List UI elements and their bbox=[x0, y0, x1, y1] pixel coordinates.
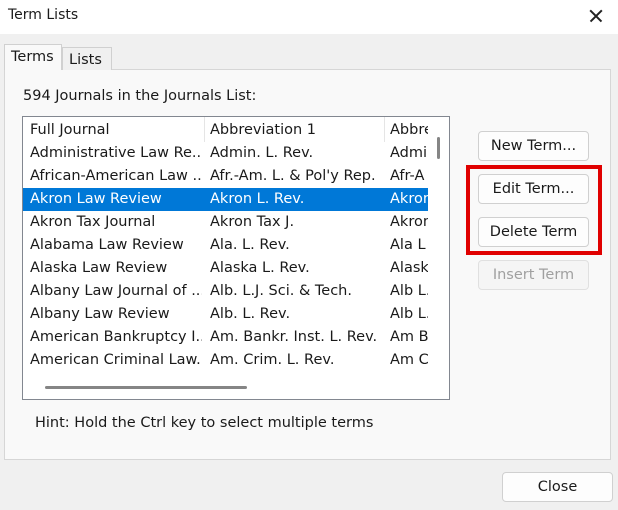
terms-rows: Full Journal Abbreviation 1 Abbre Admini… bbox=[23, 117, 428, 377]
table-row[interactable]: Alabama Law Review Ala. L. Rev. Ala L bbox=[23, 234, 428, 257]
cell-abbreviation-1: Alb. L. Rev. bbox=[210, 306, 291, 322]
cell-abbreviation-2: Ala L bbox=[390, 237, 426, 253]
vertical-scrollbar[interactable] bbox=[428, 117, 449, 377]
cell-full-journal: Alabama Law Review bbox=[30, 237, 184, 253]
cell-abbreviation-1: Admin. L. Rev. bbox=[210, 145, 314, 161]
cell-abbreviation-2: Alb L. bbox=[390, 283, 428, 299]
insert-term-button: Insert Term bbox=[478, 260, 589, 290]
cell-abbreviation-1: Am. Bankr. Inst. L. Rev. bbox=[210, 329, 378, 345]
cell-full-journal: African-American Law ... bbox=[30, 168, 202, 184]
close-button[interactable]: Close bbox=[502, 472, 613, 502]
cell-abbreviation-1: Ala. L. Rev. bbox=[210, 237, 290, 253]
table-row[interactable]: Administrative Law Re... Admin. L. Rev. Ad… bbox=[23, 142, 428, 165]
cell-abbreviation-2: Alask bbox=[390, 260, 428, 276]
highlight-annotation-box bbox=[466, 165, 602, 255]
column-divider[interactable] bbox=[204, 117, 205, 142]
cell-abbreviation-2: Akron bbox=[390, 214, 428, 230]
cell-abbreviation-1: Alaska L. Rev. bbox=[210, 260, 310, 276]
horizontal-scroll-thumb[interactable] bbox=[45, 386, 247, 389]
new-term-button[interactable]: New Term... bbox=[478, 131, 589, 161]
cell-full-journal: Alaska Law Review bbox=[30, 260, 168, 276]
table-body: Administrative Law Re... Admin. L. Rev. Ad… bbox=[23, 142, 428, 372]
cell-full-journal: Akron Law Review bbox=[30, 191, 162, 207]
tab-lists[interactable]: Lists bbox=[62, 47, 112, 70]
column-header-abbreviation-1[interactable]: Abbreviation 1 bbox=[210, 117, 385, 143]
title-bar: Term Lists bbox=[0, 0, 618, 34]
journals-count-label: 594 Journals in the Journals List: bbox=[23, 88, 257, 104]
column-header-abbreviation-2[interactable]: Abbre bbox=[390, 117, 428, 143]
table-row[interactable]: Albany Law Review Alb. L. Rev. Alb L. bbox=[23, 303, 428, 326]
cell-abbreviation-1: Afr.-Am. L. & Pol'y Rep. bbox=[210, 168, 376, 184]
column-header-full-journal[interactable]: Full Journal bbox=[30, 117, 202, 143]
cell-abbreviation-2: Admi bbox=[390, 145, 428, 161]
table-row[interactable]: Akron Tax Journal Akron Tax J. Akron bbox=[23, 211, 428, 234]
cell-full-journal: Albany Law Review bbox=[30, 306, 170, 322]
cell-full-journal: American Bankruptcy I... bbox=[30, 329, 202, 345]
column-header-row: Full Journal Abbreviation 1 Abbre bbox=[23, 117, 428, 142]
tab-terms[interactable]: Terms bbox=[4, 44, 62, 70]
table-row[interactable]: Albany Law Journal of ... Alb. L.J. Sci. … bbox=[23, 280, 428, 303]
cell-abbreviation-2: Am B bbox=[390, 329, 428, 345]
hint-text: Hint: Hold the Ctrl key to select multip… bbox=[35, 415, 374, 431]
table-row[interactable]: African-American Law ... Afr.-Am. L. & Po… bbox=[23, 165, 428, 188]
table-row[interactable]: Akron Law Review Akron L. Rev. Akron bbox=[23, 188, 428, 211]
cell-full-journal: American Criminal Law... bbox=[30, 352, 202, 368]
table-row[interactable]: Alaska Law Review Alaska L. Rev. Alask bbox=[23, 257, 428, 280]
vertical-scroll-thumb[interactable] bbox=[437, 137, 440, 159]
cell-abbreviation-2: Afr-A bbox=[390, 168, 425, 184]
cell-full-journal: Administrative Law Re... bbox=[30, 145, 202, 161]
cell-abbreviation-2: Alb L. bbox=[390, 306, 428, 322]
cell-full-journal: Albany Law Journal of ... bbox=[30, 283, 202, 299]
cell-abbreviation-2: Akron bbox=[390, 191, 428, 207]
table-row[interactable]: American Criminal Law... Am. Crim. L. Rev… bbox=[23, 349, 428, 372]
close-icon[interactable] bbox=[582, 2, 610, 30]
cell-full-journal: Akron Tax Journal bbox=[30, 214, 156, 230]
cell-abbreviation-1: Am. Crim. L. Rev. bbox=[210, 352, 335, 368]
window-title: Term Lists bbox=[8, 7, 79, 23]
cell-abbreviation-1: Alb. L.J. Sci. & Tech. bbox=[210, 283, 352, 299]
table-row[interactable]: American Bankruptcy I... Am. Bankr. Inst.… bbox=[23, 326, 428, 349]
column-divider[interactable] bbox=[384, 117, 385, 142]
cell-abbreviation-2: Am C bbox=[390, 352, 428, 368]
horizontal-scrollbar[interactable] bbox=[23, 377, 428, 399]
cell-abbreviation-1: Akron Tax J. bbox=[210, 214, 295, 230]
cell-abbreviation-1: Akron L. Rev. bbox=[210, 191, 305, 207]
terms-listview[interactable]: Full Journal Abbreviation 1 Abbre Admini… bbox=[22, 116, 450, 400]
